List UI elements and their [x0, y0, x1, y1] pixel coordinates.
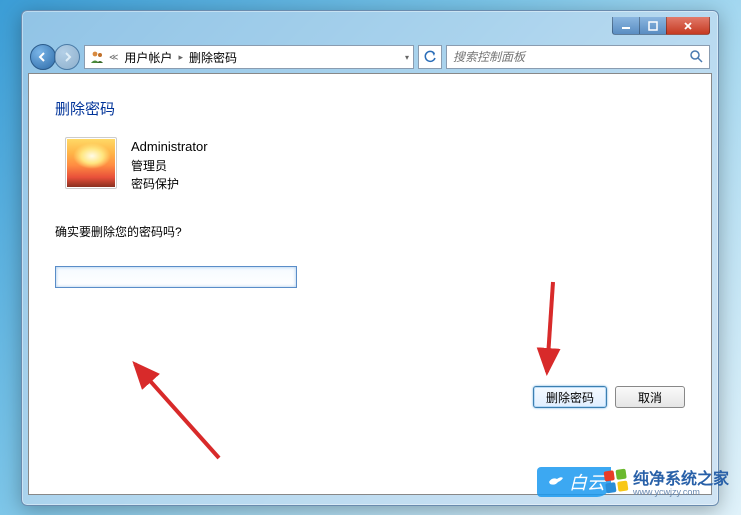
password-input[interactable]	[55, 266, 297, 288]
watermark-logo: 纯净系统之家 www.ycwjzy.com	[605, 465, 729, 497]
content-area: 删除密码 Administrator 管理员 密码保护 确实要删除您的密码吗? …	[28, 73, 712, 495]
user-info-row: Administrator 管理员 密码保护	[65, 137, 685, 193]
breadcrumb-separator-icon: ≪	[109, 52, 118, 63]
navigation-bar: ≪ 用户帐户 ▸ 删除密码 ▾	[28, 41, 712, 73]
page-title: 删除密码	[55, 98, 685, 119]
chevron-down-icon[interactable]: ▾	[405, 53, 409, 62]
chevron-right-icon: ▸	[178, 52, 183, 63]
control-panel-window: ≪ 用户帐户 ▸ 删除密码 ▾ 删除密码 Administrator 管理员 密…	[21, 10, 719, 506]
breadcrumb-item[interactable]: 删除密码	[187, 49, 239, 66]
annotation-arrow-icon	[119, 278, 239, 478]
breadcrumb[interactable]: ≪ 用户帐户 ▸ 删除密码 ▾	[84, 45, 414, 69]
user-accounts-icon	[89, 49, 105, 65]
user-protection: 密码保护	[131, 175, 208, 193]
refresh-button[interactable]	[418, 45, 442, 69]
maximize-button[interactable]	[639, 17, 667, 35]
watermark-text: 纯净系统之家	[633, 471, 729, 488]
search-icon	[689, 49, 703, 66]
close-button[interactable]	[666, 17, 710, 35]
search-box[interactable]	[446, 45, 710, 69]
watermark-url: www.ycwjzy.com	[633, 487, 729, 497]
confirm-question: 确实要删除您的密码吗?	[55, 223, 685, 240]
breadcrumb-item[interactable]: 用户帐户	[122, 49, 174, 66]
cancel-button[interactable]: 取消	[615, 386, 685, 408]
user-info: Administrator 管理员 密码保护	[131, 137, 208, 193]
minimize-button[interactable]	[612, 17, 640, 35]
back-button[interactable]	[30, 44, 56, 70]
remove-password-button[interactable]: 删除密码	[533, 386, 607, 408]
user-role: 管理员	[131, 157, 208, 175]
annotation-arrow-icon	[517, 272, 577, 392]
user-name: Administrator	[131, 137, 208, 157]
button-row: 删除密码 取消	[533, 386, 685, 408]
search-input[interactable]	[453, 50, 689, 64]
watermark-text: 白云	[569, 469, 605, 495]
window-titlebar	[28, 17, 712, 39]
avatar	[65, 137, 117, 189]
forward-button[interactable]	[54, 44, 80, 70]
windows-logo-icon	[604, 469, 629, 494]
bird-icon	[547, 473, 565, 491]
watermark-logo: 白云	[537, 467, 611, 497]
